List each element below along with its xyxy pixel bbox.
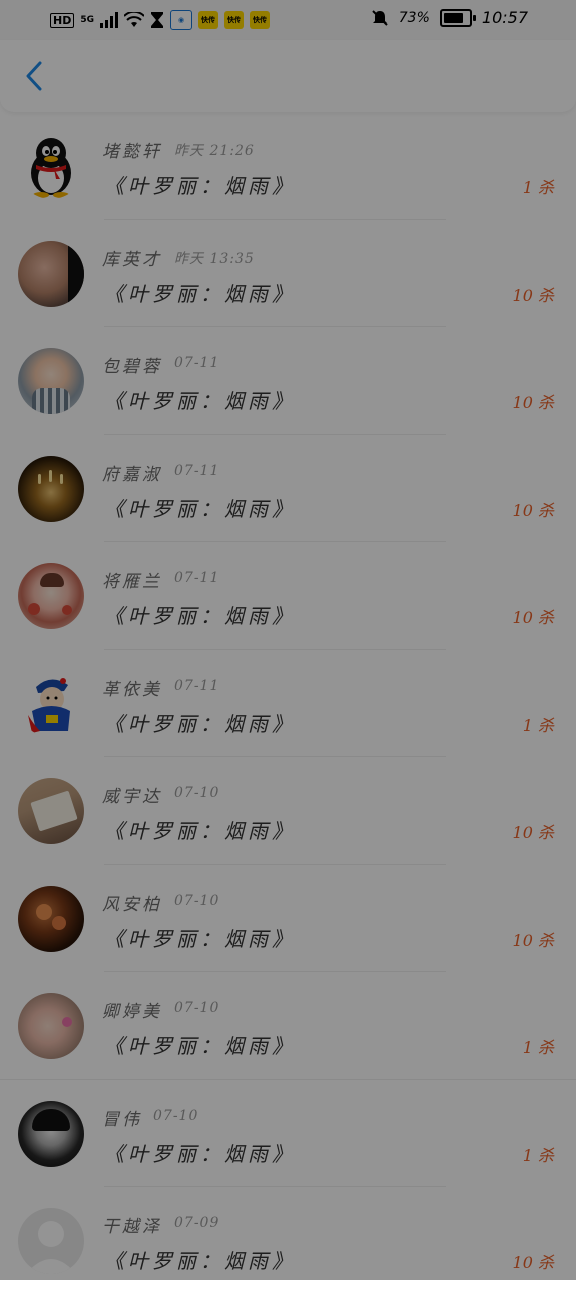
song-title: 《叶罗丽：烟雨》 [104, 1141, 296, 1166]
list-item[interactable]: 卿婷美 07-10 《叶罗丽：烟雨》 1 杀 [0, 972, 576, 1080]
wifi-icon [124, 12, 144, 27]
song-title: 《叶罗丽：烟雨》 [104, 281, 296, 306]
list-item[interactable]: 堵懿轩 昨天 21:26 《叶罗丽：烟雨》 1 杀 [0, 112, 576, 220]
kill-count: 1 杀 [522, 715, 554, 735]
avatar [18, 563, 84, 629]
timestamp: 昨天 13:35 [174, 250, 255, 267]
cartoon-character-icon [28, 677, 70, 733]
timestamp: 07-10 [174, 892, 220, 909]
song-title: 《叶罗丽：烟雨》 [104, 1034, 296, 1058]
battery-percent: 73% [398, 9, 430, 26]
app-notification-icon: ◉ [170, 10, 192, 30]
timestamp: 07-10 [174, 1000, 220, 1016]
kill-count: 1 杀 [522, 178, 554, 197]
list-item[interactable]: 冒伟 07-10 《叶罗丽：烟雨》 1 杀 [0, 1080, 576, 1187]
kill-count: 10 杀 [512, 285, 554, 305]
list-item[interactable]: 将雁兰 07-11 《叶罗丽：烟雨》 10 杀 [0, 542, 576, 650]
timestamp: 07-11 [174, 462, 220, 479]
song-title: 《叶罗丽：烟雨》 [104, 926, 296, 951]
contact-name: 风安柏 [102, 894, 162, 915]
kill-count: 10 杀 [512, 608, 554, 627]
song-title: 《叶罗丽：烟雨》 [104, 496, 296, 521]
kill-count: 1 杀 [522, 1038, 554, 1057]
back-button[interactable] [18, 58, 50, 94]
contact-name: 威宇达 [102, 787, 162, 807]
hourglass-icon [151, 12, 163, 28]
song-title: 《叶罗丽：烟雨》 [104, 604, 296, 628]
network-type-label: 5G [80, 14, 94, 25]
timestamp: 07-11 [174, 677, 220, 694]
timestamp: 07-09 [174, 1215, 220, 1231]
status-bar: HD 5G ◉ 快传 快传 快传 73% 10:57 [0, 0, 576, 40]
clock: 10:57 [481, 8, 528, 27]
contact-name: 堵懿轩 [102, 142, 162, 162]
song-title: 《叶罗丽：烟雨》 [104, 174, 296, 198]
record-list: 堵懿轩 昨天 21:26 《叶罗丽：烟雨》 1 杀 库英才 昨天 13:35 《… [0, 112, 576, 1295]
list-item[interactable]: 风安柏 07-10 《叶罗丽：烟雨》 10 杀 [0, 865, 576, 972]
contact-name: 包碧蓉 [102, 357, 162, 377]
contact-name: 卿婷美 [102, 1002, 162, 1022]
song-title: 《叶罗丽：烟雨》 [104, 711, 296, 736]
contact-name: 冒伟 [102, 1109, 142, 1130]
timestamp: 昨天 21:26 [174, 143, 255, 159]
list-item[interactable]: 包碧蓉 07-11 《叶罗丽：烟雨》 10 杀 [0, 327, 576, 435]
default-avatar-icon [26, 1221, 76, 1274]
status-icons-left: HD 5G ◉ 快传 快传 快传 [50, 10, 270, 30]
contact-name: 干越泽 [102, 1217, 162, 1237]
hd-icon: HD [50, 12, 75, 28]
avatar [18, 455, 84, 522]
avatar [18, 1100, 84, 1167]
avatar [18, 348, 84, 414]
status-icons-right: 73% 10:57 [371, 8, 528, 27]
list-item[interactable]: 库英才 昨天 13:35 《叶罗丽：烟雨》 10 杀 [0, 220, 576, 327]
timestamp: 07-11 [174, 570, 220, 586]
list-item[interactable]: 革依美 07-11 《叶罗丽：烟雨》 1 杀 [0, 650, 576, 757]
kill-count: 10 杀 [512, 823, 554, 842]
header-bar [0, 40, 576, 112]
avatar [18, 778, 84, 844]
kuaichuan-icon: 快传 [198, 11, 218, 29]
contact-name: 革依美 [102, 679, 162, 700]
timestamp: 07-11 [174, 355, 220, 371]
contact-name: 库英才 [102, 249, 162, 270]
song-title: 《叶罗丽：烟雨》 [104, 389, 296, 413]
kill-count: 10 杀 [512, 1253, 554, 1272]
list-item[interactable]: 府嘉淑 07-11 《叶罗丽：烟雨》 10 杀 [0, 435, 576, 542]
list-item[interactable]: 干越泽 07-09 《叶罗丽：烟雨》 10 杀 [0, 1187, 576, 1295]
avatar [18, 133, 84, 199]
avatar [18, 885, 84, 952]
kill-count: 10 杀 [512, 930, 554, 950]
qq-penguin-icon [31, 138, 71, 198]
timestamp: 07-10 [174, 785, 220, 801]
kuaichuan-icon: 快传 [224, 11, 244, 29]
avatar [18, 993, 84, 1059]
contact-name: 将雁兰 [102, 572, 162, 592]
timestamp: 07-10 [153, 1107, 199, 1124]
contact-name: 府嘉淑 [102, 464, 162, 485]
signal-icon [100, 12, 118, 28]
song-title: 《叶罗丽：烟雨》 [104, 819, 296, 843]
chevron-left-icon [26, 61, 42, 91]
avatar [18, 240, 84, 307]
mute-bell-icon [372, 9, 388, 26]
avatar [18, 1208, 84, 1274]
song-title: 《叶罗丽：烟雨》 [104, 1249, 296, 1273]
kill-count: 10 杀 [512, 500, 554, 520]
avatar [18, 670, 84, 737]
kill-count: 10 杀 [512, 393, 554, 412]
kuaichuan-icon: 快传 [250, 11, 270, 29]
battery-icon [439, 8, 476, 27]
kill-count: 1 杀 [522, 1145, 554, 1165]
list-item[interactable]: 威宇达 07-10 《叶罗丽：烟雨》 10 杀 [0, 757, 576, 865]
